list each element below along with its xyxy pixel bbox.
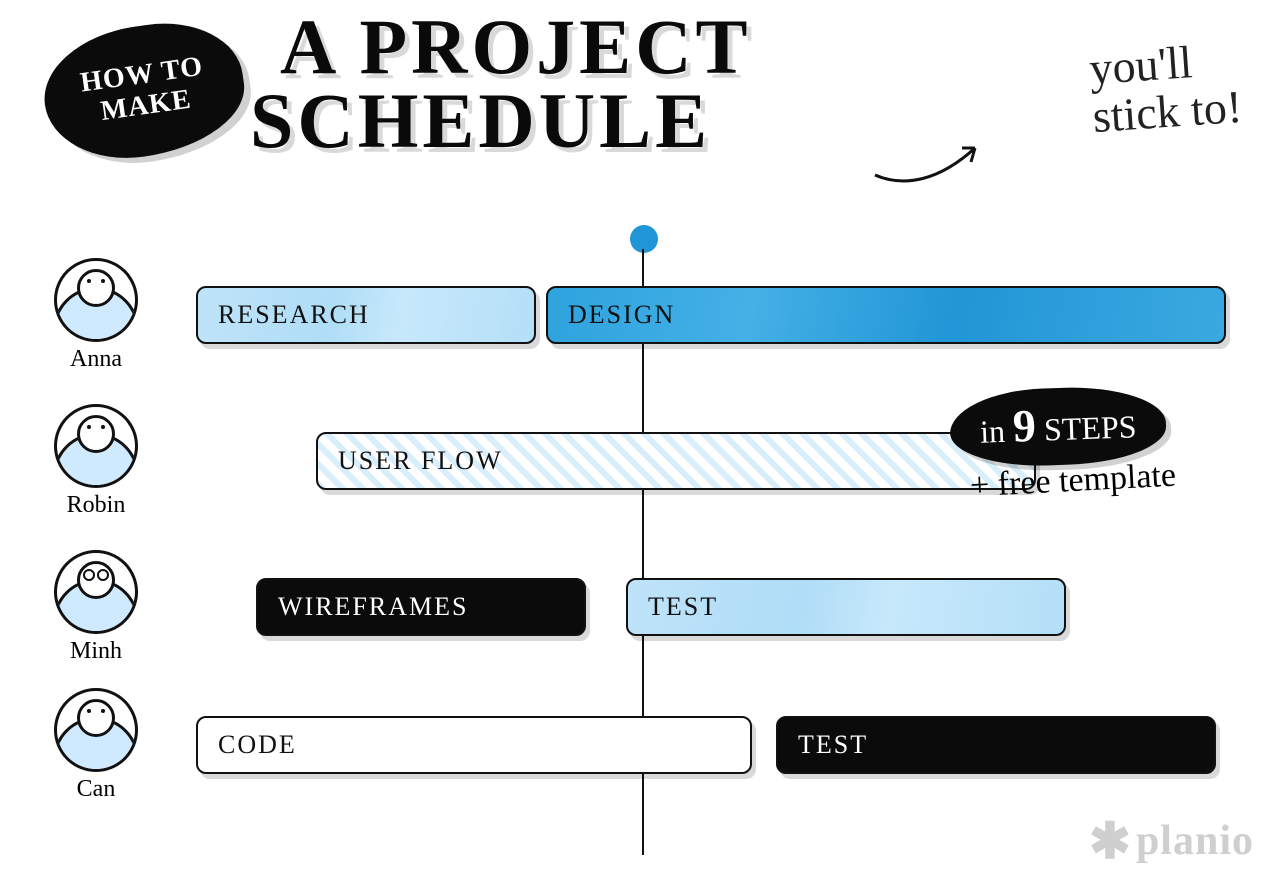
bar-label: TEST <box>648 592 718 622</box>
badge-suffix: STEPS <box>1043 408 1137 447</box>
bar-label: WIREFRAMES <box>278 592 468 622</box>
avatar-wrap: Minh <box>36 550 156 665</box>
avatar-icon <box>54 258 138 342</box>
bar-research: RESEARCH <box>196 286 536 344</box>
bars: WIREFRAMES TEST <box>156 578 1236 636</box>
title-main: A PROJECT SCHEDULE <box>280 10 752 158</box>
gantt-chart: Anna RESEARCH DESIGN Robin USER FLOW <box>36 255 1236 815</box>
bars: RESEARCH DESIGN <box>156 286 1236 344</box>
bar-test: TEST <box>776 716 1216 774</box>
title-script: you'll stick to! <box>1087 35 1243 142</box>
bar-label: CODE <box>218 730 297 760</box>
bar-code: CODE <box>196 716 752 774</box>
avatar-wrap: Robin <box>36 404 156 519</box>
owner-label: Can <box>77 776 116 803</box>
bar-design: DESIGN <box>546 286 1226 344</box>
bar-label: DESIGN <box>568 300 675 330</box>
bar-user-flow: USER FLOW <box>316 432 1036 490</box>
arrow-icon <box>870 130 990 190</box>
bar-label: TEST <box>798 730 868 760</box>
brand-logo: ✱ planio <box>1089 817 1254 865</box>
brand-name: planio <box>1136 817 1254 865</box>
badge-number: 9 <box>1012 400 1037 452</box>
bar-label: USER FLOW <box>338 446 503 476</box>
badge-prefix: in <box>980 413 1006 450</box>
avatar-icon <box>54 404 138 488</box>
owner-label: Robin <box>67 492 126 519</box>
timeline-marker-dot <box>630 225 658 253</box>
title-script-line2: stick to! <box>1091 81 1244 142</box>
row-can: Can CODE TEST <box>36 685 1236 805</box>
avatar-wrap: Anna <box>36 258 156 373</box>
owner-label: Anna <box>70 346 122 373</box>
bar-label: RESEARCH <box>218 300 370 330</box>
bar-test: TEST <box>626 578 1066 636</box>
title-main-line2: SCHEDULE <box>250 77 711 164</box>
bars: CODE TEST <box>156 716 1236 774</box>
bar-wireframes: WIREFRAMES <box>256 578 586 636</box>
owner-label: Minh <box>70 638 122 665</box>
title-bubble: HOW TO MAKE <box>36 13 252 170</box>
avatar-icon <box>54 550 138 634</box>
avatar-wrap: Can <box>36 688 156 803</box>
row-minh: Minh WIREFRAMES TEST <box>36 547 1236 667</box>
avatar-icon <box>54 688 138 772</box>
row-anna: Anna RESEARCH DESIGN <box>36 255 1236 375</box>
